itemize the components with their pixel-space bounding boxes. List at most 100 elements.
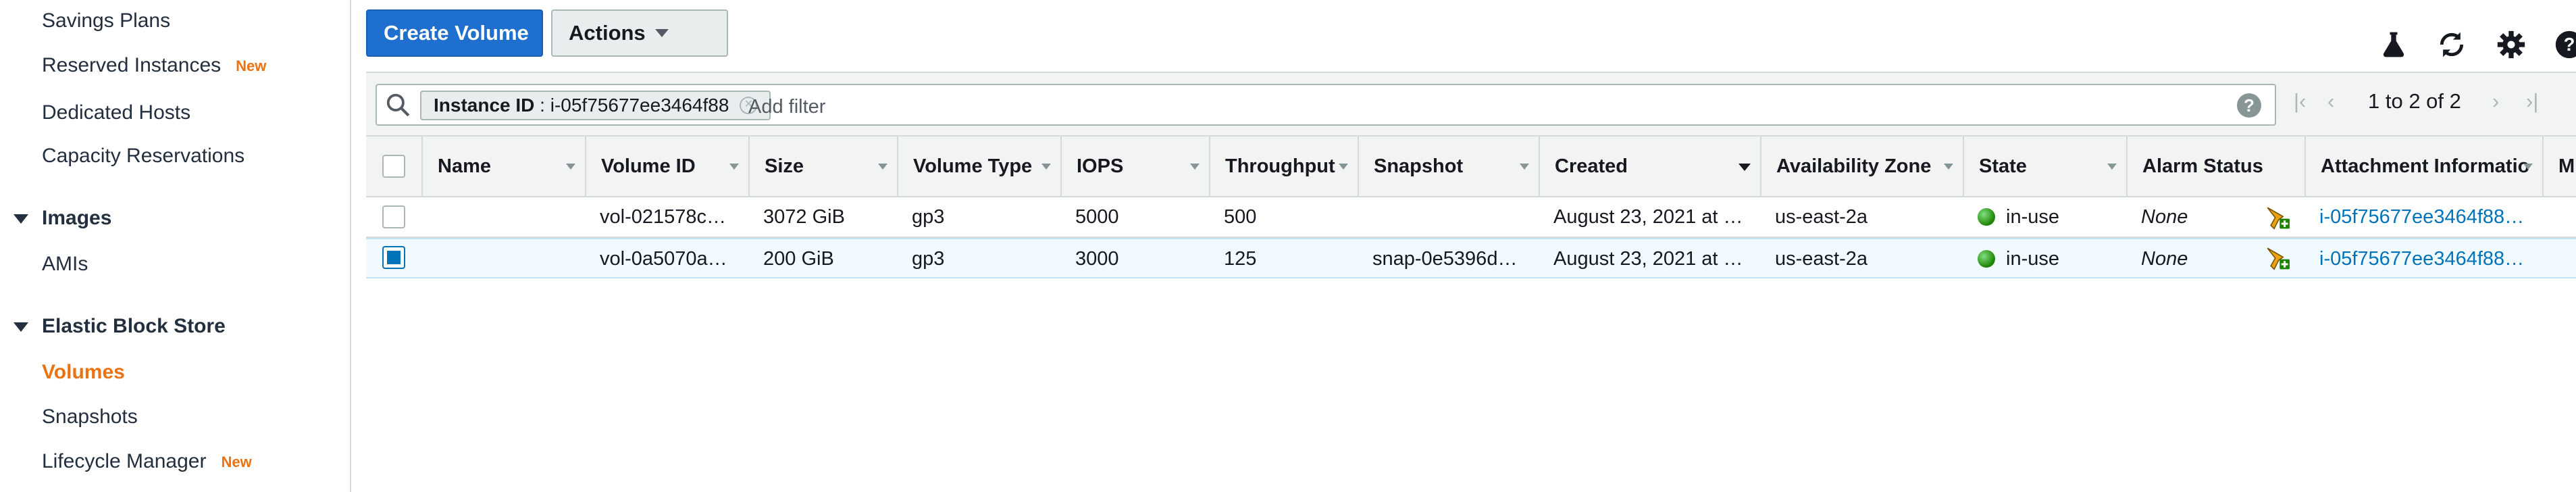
column-header-alarm-status[interactable]: Alarm Status <box>2126 137 2304 196</box>
next-page-icon[interactable]: › <box>2492 89 2499 119</box>
status-ok-icon <box>1978 208 1995 226</box>
create-alarm-icon[interactable] <box>2264 205 2291 230</box>
search-filter-box[interactable]: Instance ID : i-05f75677ee3464f88 ✕ ? <box>376 84 2276 126</box>
sidebar-section-elastic-block-store[interactable]: Elastic Block Store <box>14 315 226 338</box>
column-header-monitoring[interactable]: M <box>2542 137 2576 196</box>
search-icon <box>386 93 410 117</box>
column-header-iops[interactable]: IOPS <box>1060 137 1209 196</box>
create-alarm-icon[interactable] <box>2264 246 2291 270</box>
cell-state: in-use <box>1963 239 2126 278</box>
sidebar-item-label: Lifecycle Manager <box>42 450 207 472</box>
sidebar-item-lifecycle-manager[interactable]: Lifecycle Manager New <box>42 450 252 473</box>
flask-icon[interactable] <box>2379 30 2408 59</box>
svg-text:?: ? <box>2564 34 2575 55</box>
select-all-header <box>366 137 421 196</box>
sort-icon <box>2523 164 2533 170</box>
status-ok-icon <box>1978 250 1995 268</box>
cell-state: in-use <box>1963 197 2126 237</box>
sidebar-item-label: Reserved Instances <box>42 54 222 76</box>
sidebar-item-savings-plans[interactable]: Savings Plans <box>42 9 170 32</box>
sidebar-section-images[interactable]: Images <box>14 207 111 230</box>
cell-iops: 5000 <box>1075 205 1119 228</box>
sort-descending-icon <box>1738 164 1751 171</box>
column-label: Throughput <box>1225 155 1335 177</box>
cell-volume-type: gp3 <box>912 205 945 228</box>
first-page-icon[interactable]: |‹ <box>2294 89 2306 119</box>
sort-icon <box>2107 164 2117 170</box>
sort-icon <box>729 164 739 170</box>
sort-icon <box>1944 164 1953 170</box>
new-badge: New <box>236 57 267 75</box>
sort-icon <box>1339 164 1348 170</box>
column-header-throughput[interactable]: Throughput <box>1209 137 1358 196</box>
cell-alarm-status: None <box>2141 247 2188 270</box>
sidebar-item-dedicated-hosts[interactable]: Dedicated Hosts <box>42 101 190 124</box>
cell-iops: 3000 <box>1075 247 1119 270</box>
cell-created: August 23, 2021 at … <box>1553 205 1743 228</box>
help-icon[interactable]: ? <box>2554 30 2576 59</box>
sidebar-item-amis[interactable]: AMIs <box>42 253 88 276</box>
column-label: IOPS <box>1077 155 1124 177</box>
column-header-availability-zone[interactable]: Availability Zone <box>1760 137 1963 196</box>
sidebar-item-label: Capacity Reservations <box>42 145 245 167</box>
caret-down-icon <box>14 214 28 224</box>
attachment-instance-link[interactable]: i-05f75677ee3464f88… <box>2304 197 2542 237</box>
gear-icon[interactable] <box>2496 30 2526 59</box>
column-label: Size <box>765 155 804 177</box>
actions-button[interactable]: Actions <box>551 9 728 57</box>
filter-token-key: Instance ID <box>434 95 535 116</box>
sidebar-section-label: Images <box>42 207 112 229</box>
main-content: Create Volume Actions ? Instance ID : i-… <box>351 0 2576 492</box>
column-label: Volume Type <box>913 155 1033 177</box>
cell-throughput: 125 <box>1224 247 1257 270</box>
row-checkbox[interactable] <box>382 205 405 228</box>
column-header-state[interactable]: State <box>1963 137 2126 196</box>
cell-name <box>421 197 585 237</box>
column-label: Alarm Status <box>2142 155 2263 177</box>
actions-label: Actions <box>569 21 646 45</box>
add-filter-input[interactable] <box>747 93 2209 121</box>
column-label: Snapshot <box>1374 155 1464 177</box>
column-header-name[interactable]: Name <box>421 137 585 196</box>
sidebar-item-label: Dedicated Hosts <box>42 101 191 124</box>
column-header-attachment-information[interactable]: Attachment Informatio <box>2304 137 2542 196</box>
new-badge: New <box>221 453 252 471</box>
sidebar: Savings Plans Reserved Instances New Dedi… <box>0 0 351 492</box>
refresh-icon[interactable] <box>2437 30 2467 59</box>
column-header-created[interactable]: Created <box>1539 137 1760 196</box>
caret-down-icon <box>14 322 28 333</box>
cell-name <box>421 239 585 278</box>
cell-snapshot <box>1358 197 1539 237</box>
last-page-icon[interactable]: ›| <box>2526 89 2538 119</box>
chevron-down-icon <box>654 29 669 37</box>
column-label: Availability Zone <box>1776 155 1932 177</box>
column-header-volume-type[interactable]: Volume Type <box>897 137 1060 196</box>
sidebar-item-capacity-reservations[interactable]: Capacity Reservations <box>42 145 244 168</box>
table-row[interactable]: vol-021578c… 3072 GiB gp3 5000 500 Augus… <box>366 197 2576 238</box>
row-checkbox-checked[interactable] <box>382 246 405 269</box>
filter-help-icon[interactable]: ? <box>2237 93 2261 118</box>
cell-size: 3072 GiB <box>763 205 845 228</box>
sidebar-item-volumes[interactable]: Volumes <box>42 361 125 384</box>
cell-throughput: 500 <box>1224 205 1257 228</box>
create-volume-button[interactable]: Create Volume <box>366 9 543 57</box>
cell-availability-zone: us-east-2a <box>1775 247 1868 270</box>
column-header-volume-id[interactable]: Volume ID <box>585 137 748 196</box>
previous-page-icon[interactable]: ‹ <box>2327 89 2334 119</box>
sidebar-item-reserved-instances[interactable]: Reserved Instances New <box>42 54 266 77</box>
attachment-instance-link[interactable]: i-05f75677ee3464f88… <box>2304 239 2542 278</box>
cell-volume-type: gp3 <box>912 247 945 270</box>
table-row[interactable]: vol-0a5070a… 200 GiB gp3 3000 125 snap-0… <box>366 238 2576 278</box>
cell-size: 200 GiB <box>763 247 834 270</box>
sidebar-item-label: Snapshots <box>42 405 138 428</box>
filter-token[interactable]: Instance ID : i-05f75677ee3464f88 ✕ <box>420 91 771 120</box>
state-label: in-use <box>2006 247 2059 270</box>
column-label: Name <box>438 155 491 177</box>
column-header-snapshot[interactable]: Snapshot <box>1358 137 1539 196</box>
sidebar-item-snapshots[interactable]: Snapshots <box>42 405 138 428</box>
sidebar-item-label: Volumes <box>42 361 125 383</box>
sidebar-item-label: AMIs <box>42 253 88 275</box>
column-header-size[interactable]: Size <box>748 137 897 196</box>
select-all-checkbox[interactable] <box>382 155 405 178</box>
pagination-range: 1 to 2 of 2 <box>2368 89 2461 113</box>
